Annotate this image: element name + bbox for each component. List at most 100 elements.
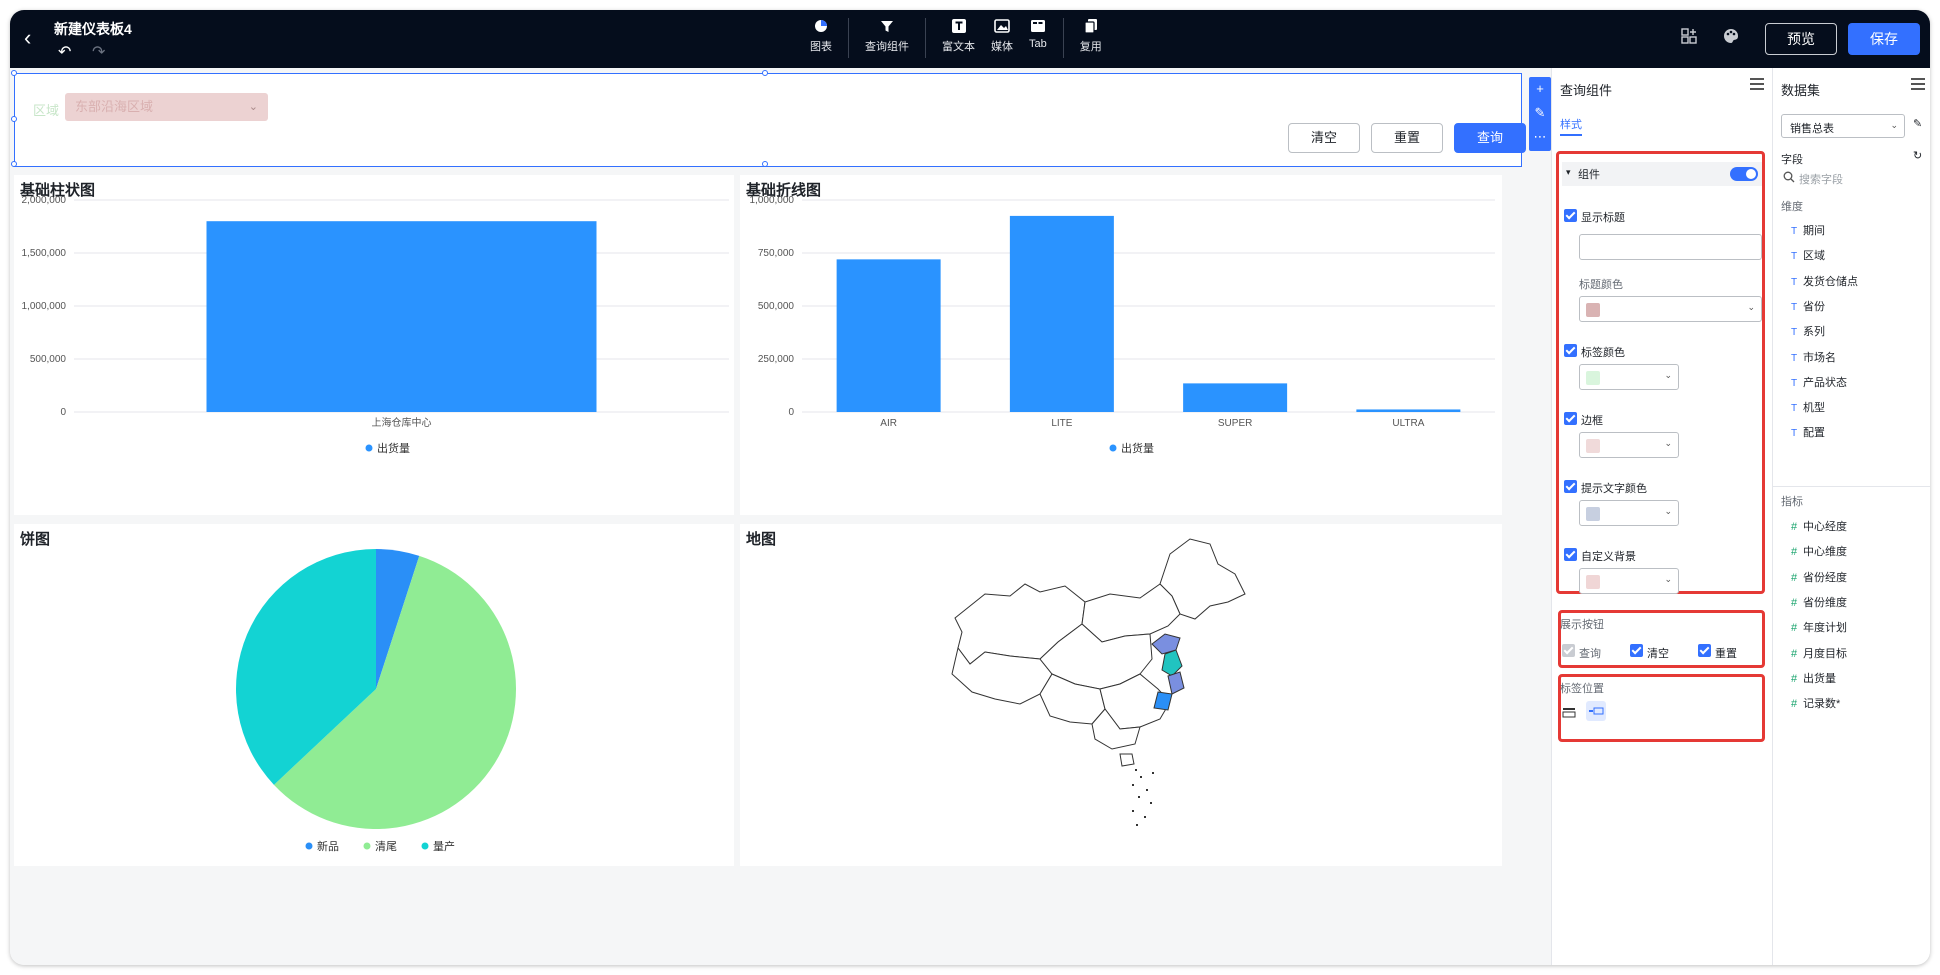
dashboard-title[interactable]: 新建仪表板4 xyxy=(54,19,132,39)
metric-label: 指标 xyxy=(1781,496,1803,508)
chart-title: 基础柱状图 xyxy=(20,182,96,199)
metric-field[interactable]: # 记录数* xyxy=(1791,695,1840,711)
legend-label: 新品 xyxy=(317,839,339,853)
palette-icon[interactable] xyxy=(1722,27,1740,50)
dimension-field[interactable]: T 省份 xyxy=(1791,298,1825,314)
menu-icon[interactable] xyxy=(1750,78,1764,90)
map-card[interactable]: 地图 xyxy=(740,524,1502,866)
tool-reuse[interactable]: 复用 xyxy=(1080,18,1102,54)
save-button[interactable]: 保存 xyxy=(1848,23,1920,55)
resize-handle[interactable] xyxy=(11,161,17,167)
resize-handle[interactable] xyxy=(762,70,768,76)
back-arrow-icon[interactable]: ‹ xyxy=(24,26,44,50)
tool-query[interactable]: 查询组件 xyxy=(865,18,909,54)
border-row[interactable] xyxy=(1564,412,1577,425)
chevron-down-icon: ⌄ xyxy=(248,101,258,113)
line-chart-card[interactable]: 基础折线图 0 250,000 500,000 750,000 1,000,000 AIR… xyxy=(740,175,1502,515)
dimension-field[interactable]: T 区域 xyxy=(1791,247,1825,263)
toolbar-divider xyxy=(925,18,926,58)
dataset-select[interactable]: 销售总表 ⌄ xyxy=(1781,114,1905,138)
metric-field[interactable]: # 年度计划 xyxy=(1791,619,1847,635)
refresh-icon[interactable]: ↻ xyxy=(1913,149,1922,162)
edit-icon[interactable]: ✎ xyxy=(1529,101,1551,125)
btn-reset-checkbox[interactable] xyxy=(1698,644,1711,657)
preview-button[interactable]: 预览 xyxy=(1765,23,1837,55)
resize-handle[interactable] xyxy=(11,70,17,76)
checkbox[interactable] xyxy=(1564,344,1577,357)
undo-icon[interactable]: ↶ xyxy=(58,42,71,62)
custom-bg-picker[interactable]: ⌄ xyxy=(1579,568,1679,594)
region-select[interactable]: 东部沿海区域 ⌄ xyxy=(65,93,268,121)
add-icon[interactable]: + xyxy=(1529,77,1551,101)
checkbox[interactable] xyxy=(1630,644,1643,657)
chart-title: 地图 xyxy=(746,531,777,548)
metric-field[interactable]: # 出货量 xyxy=(1791,670,1836,686)
label-color-picker[interactable]: ⌄ xyxy=(1579,364,1679,390)
dimension-field[interactable]: T 配置 xyxy=(1791,424,1825,440)
legend-marker xyxy=(365,444,373,452)
title-input[interactable] xyxy=(1579,234,1762,260)
tool-media[interactable]: 媒体 xyxy=(991,18,1013,54)
x-tick-label: ULTRA xyxy=(1392,418,1424,429)
reset-button[interactable]: 重置 xyxy=(1371,123,1443,153)
fields-label: 字段 xyxy=(1781,154,1803,166)
bar-chart-card[interactable]: 基础柱状图 0 500,000 1,000,000 1,500,000 2,000,00… xyxy=(14,175,734,515)
query-button[interactable]: 查询 xyxy=(1454,123,1526,153)
checkbox[interactable] xyxy=(1564,480,1577,493)
tool-chart[interactable]: 图表 xyxy=(810,18,832,54)
dimension-field[interactable]: T 期间 xyxy=(1791,222,1825,238)
pie-chart: 新品 清尾 量产 xyxy=(236,549,516,853)
btn-query-checkbox[interactable] xyxy=(1562,644,1575,657)
checkbox[interactable] xyxy=(1698,644,1711,657)
chevron-down-icon: ⌄ xyxy=(1747,302,1755,312)
tool-label: 复用 xyxy=(1079,41,1102,53)
checkbox[interactable] xyxy=(1562,644,1575,657)
metric-field[interactable]: # 省份经度 xyxy=(1791,569,1847,585)
tool-tab[interactable]: Tab xyxy=(1029,18,1047,50)
component-toggle[interactable] xyxy=(1730,167,1758,181)
field-search-input[interactable]: 搜索字段 xyxy=(1799,171,1843,187)
legend-label: 清尾 xyxy=(375,840,397,853)
panel-title: 数据集 xyxy=(1781,83,1821,98)
hint-color-row[interactable] xyxy=(1564,480,1577,493)
label-color-row[interactable] xyxy=(1564,344,1577,357)
field-label: 中心经度 xyxy=(1803,521,1847,533)
show-title-row[interactable] xyxy=(1564,209,1577,222)
menu-icon[interactable] xyxy=(1911,78,1925,90)
query-component[interactable]: 区域 东部沿海区域 ⌄ 清空 重置 查询 + ✎ ⋯ xyxy=(11,70,1551,167)
metric-field[interactable]: # 省份维度 xyxy=(1791,594,1847,610)
checkbox[interactable] xyxy=(1564,412,1577,425)
layout-icon[interactable] xyxy=(1680,27,1698,50)
pie-chart-card[interactable]: 饼图 新品 清尾 量产 xyxy=(14,524,734,866)
number-type-icon: # xyxy=(1791,698,1798,711)
label-left-icon[interactable] xyxy=(1586,701,1606,721)
title-color-picker[interactable]: ⌄ xyxy=(1579,296,1762,322)
china-map xyxy=(951,538,1246,826)
custom-bg-row[interactable] xyxy=(1564,548,1577,561)
dimension-field[interactable]: T 系列 xyxy=(1791,323,1825,339)
tool-richtext[interactable]: 富文本 xyxy=(942,18,975,54)
metric-field[interactable]: # 中心经度 xyxy=(1791,518,1847,534)
resize-handle[interactable] xyxy=(11,116,17,122)
clear-button[interactable]: 清空 xyxy=(1288,123,1360,153)
dimension-field[interactable]: T 产品状态 xyxy=(1791,374,1847,390)
label-top-icon[interactable] xyxy=(1562,704,1578,720)
hint-color-picker[interactable]: ⌄ xyxy=(1579,500,1679,526)
resize-handle[interactable] xyxy=(762,161,768,167)
number-type-icon: # xyxy=(1791,571,1798,584)
dimension-field[interactable]: T 机型 xyxy=(1791,399,1825,415)
checkbox[interactable] xyxy=(1564,548,1577,561)
dimension-field[interactable]: T 发货仓储点 xyxy=(1791,273,1858,289)
btn-clear-checkbox[interactable] xyxy=(1630,644,1643,657)
metric-field[interactable]: # 中心维度 xyxy=(1791,543,1847,559)
metric-field[interactable]: # 月度目标 xyxy=(1791,645,1847,661)
field-label: 区域 xyxy=(1803,250,1825,263)
dimension-field[interactable]: T 市场名 xyxy=(1791,349,1836,365)
tab-style[interactable]: 样式 xyxy=(1560,116,1582,136)
bar-chart: 0500,0001,000,0001,500,0002,000,000上海仓库中… xyxy=(22,195,729,455)
more-icon[interactable]: ⋯ xyxy=(1529,125,1551,149)
border-color-picker[interactable]: ⌄ xyxy=(1579,432,1679,458)
edit-icon[interactable]: ✎ xyxy=(1913,117,1922,130)
redo-icon[interactable]: ↷ xyxy=(92,42,105,62)
checkbox[interactable] xyxy=(1564,209,1577,222)
